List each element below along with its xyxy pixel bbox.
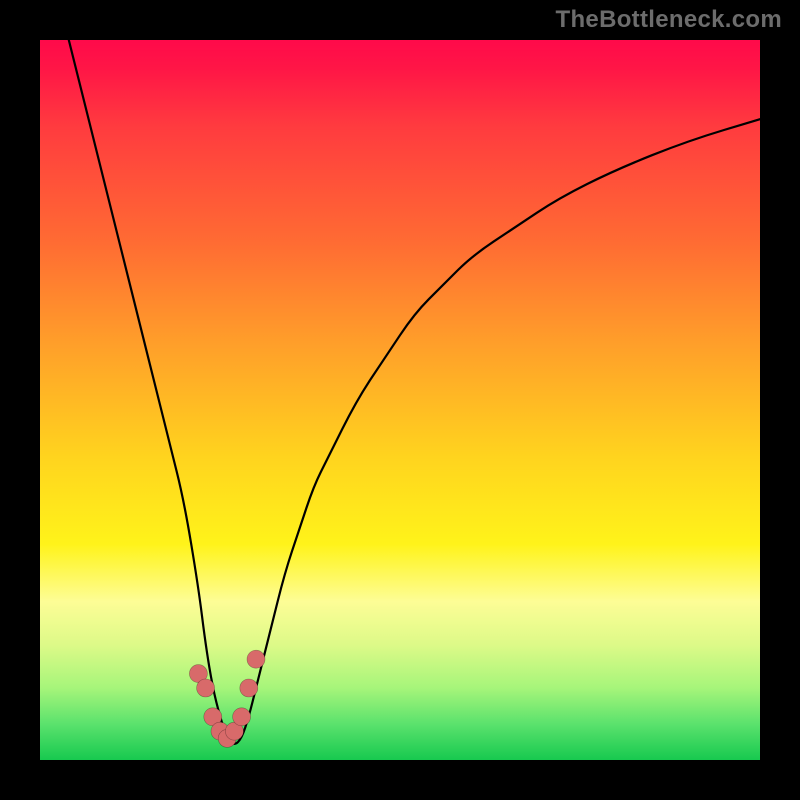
- curve-marker: [197, 679, 215, 697]
- curve-marker: [247, 650, 265, 668]
- curve-marker: [233, 708, 251, 726]
- watermark-text: TheBottleneck.com: [556, 6, 782, 34]
- chart-svg: [40, 40, 760, 760]
- bottleneck-curve: [69, 40, 760, 744]
- curve-marker: [240, 679, 258, 697]
- chart-frame: TheBottleneck.com: [0, 0, 800, 800]
